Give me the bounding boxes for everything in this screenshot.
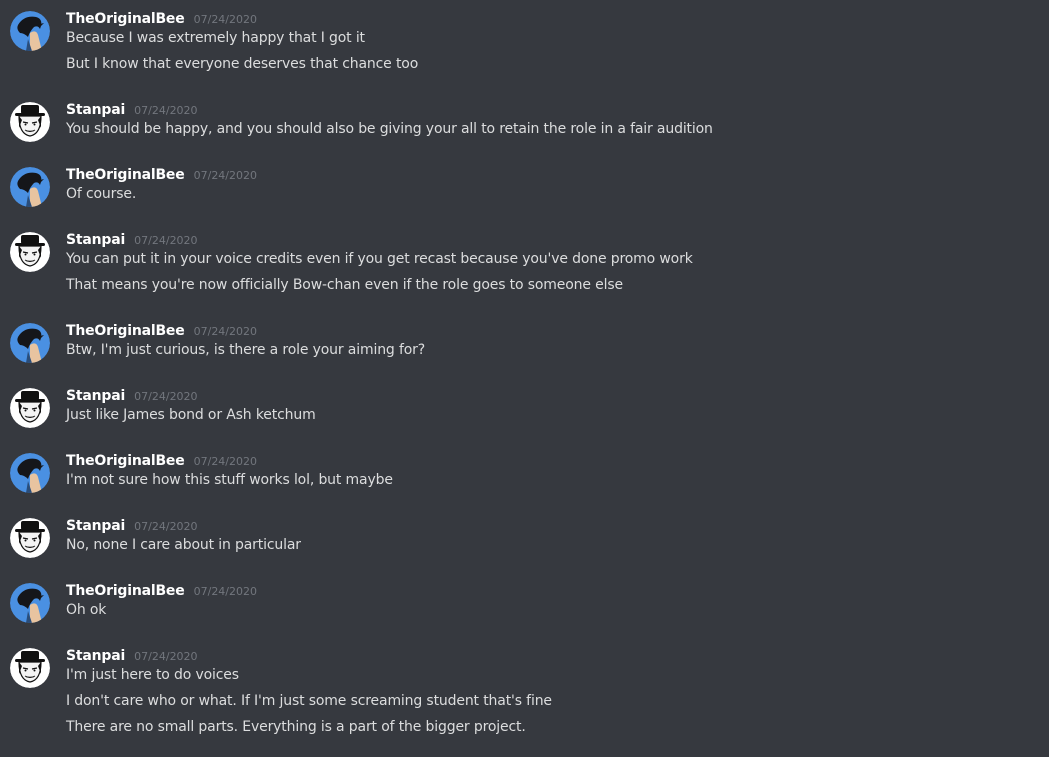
message-text: That means you're now officially Bow-cha…	[66, 277, 623, 293]
timestamp: 07/24/2020	[193, 169, 258, 182]
stanpai-avatar[interactable]	[10, 648, 50, 688]
message-text: You can put it in your voice credits eve…	[66, 251, 693, 267]
message-header: TheOriginalBee 07/24/2020	[66, 320, 257, 340]
message-header: Stanpai 07/24/2020	[66, 229, 198, 249]
timestamp: 07/24/2020	[134, 234, 198, 247]
message-header: TheOriginalBee 07/24/2020	[66, 8, 257, 28]
timestamp: 07/24/2020	[193, 325, 258, 338]
message-text: I'm just here to do voices	[66, 667, 239, 683]
message-header: Stanpai 07/24/2020	[66, 645, 198, 665]
username[interactable]: TheOriginalBee	[66, 11, 185, 27]
username[interactable]: TheOriginalBee	[66, 583, 185, 599]
bee-avatar[interactable]	[10, 323, 50, 363]
timestamp: 07/24/2020	[193, 13, 258, 26]
message-header: TheOriginalBee 07/24/2020	[66, 164, 257, 184]
username[interactable]: Stanpai	[66, 518, 125, 534]
username[interactable]: Stanpai	[66, 232, 125, 248]
stanpai-avatar[interactable]	[10, 388, 50, 428]
message-header: TheOriginalBee 07/24/2020	[66, 450, 257, 470]
username[interactable]: Stanpai	[66, 648, 125, 664]
username[interactable]: TheOriginalBee	[66, 167, 185, 183]
message-text: Of course.	[66, 186, 137, 202]
bee-avatar[interactable]	[10, 11, 50, 51]
timestamp: 07/24/2020	[193, 455, 258, 468]
message-header: Stanpai 07/24/2020	[66, 385, 198, 405]
username[interactable]: TheOriginalBee	[66, 323, 185, 339]
message-header: TheOriginalBee 07/24/2020	[66, 580, 257, 600]
message-text: There are no small parts. Everything is …	[66, 719, 526, 735]
username[interactable]: Stanpai	[66, 388, 125, 404]
username[interactable]: TheOriginalBee	[66, 453, 185, 469]
bee-avatar[interactable]	[10, 167, 50, 207]
timestamp: 07/24/2020	[134, 104, 198, 117]
timestamp: 07/24/2020	[134, 650, 198, 663]
message-text: But I know that everyone deserves that c…	[66, 56, 419, 72]
bee-avatar[interactable]	[10, 583, 50, 623]
message-text: Because I was extremely happy that I got…	[66, 30, 365, 46]
message-text: No, none I care about in particular	[66, 537, 301, 553]
chat-messages: TheOriginalBee 07/24/2020 Because I was …	[0, 0, 1049, 757]
message-text: Btw, I'm just curious, is there a role y…	[66, 342, 426, 358]
message-text: Oh ok	[66, 602, 107, 618]
message-text: I don't care who or what. If I'm just so…	[66, 693, 552, 709]
timestamp: 07/24/2020	[134, 390, 198, 403]
message-header: Stanpai 07/24/2020	[66, 99, 198, 119]
message-text: Just like James bond or Ash ketchum	[66, 407, 316, 423]
message-text: You should be happy, and you should also…	[66, 121, 713, 137]
stanpai-avatar[interactable]	[10, 232, 50, 272]
bee-avatar[interactable]	[10, 453, 50, 493]
stanpai-avatar[interactable]	[10, 518, 50, 558]
username[interactable]: Stanpai	[66, 102, 125, 118]
timestamp: 07/24/2020	[134, 520, 198, 533]
stanpai-avatar[interactable]	[10, 102, 50, 142]
timestamp: 07/24/2020	[193, 585, 258, 598]
message-text: I'm not sure how this stuff works lol, b…	[66, 472, 393, 488]
message-header: Stanpai 07/24/2020	[66, 515, 198, 535]
